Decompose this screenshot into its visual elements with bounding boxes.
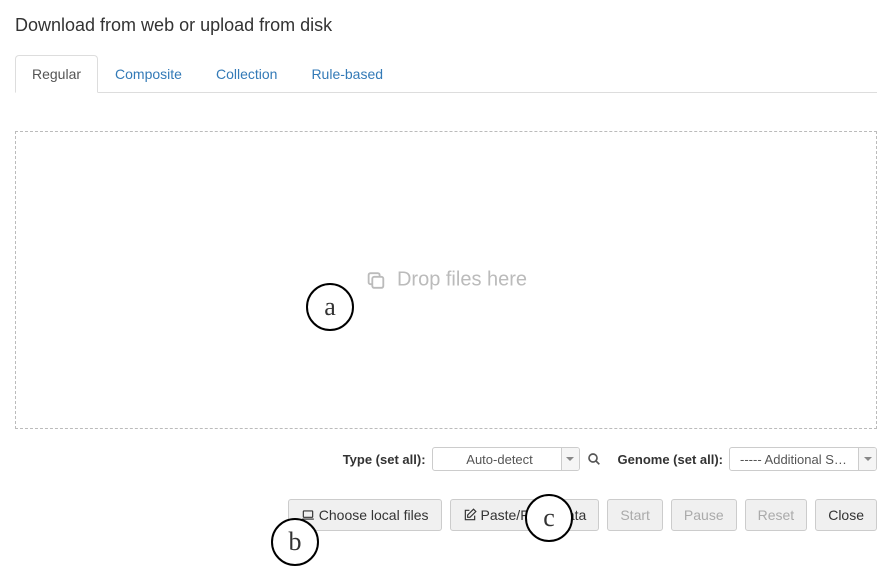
tab-collection[interactable]: Collection: [199, 55, 294, 93]
drop-text: Drop files here: [397, 269, 527, 292]
drop-area[interactable]: Drop files here: [15, 131, 877, 429]
close-button[interactable]: Close: [815, 499, 877, 531]
paste-label: Paste/Fetch data: [481, 507, 587, 523]
reset-button: Reset: [745, 499, 808, 531]
genome-label: Genome (set all):: [618, 452, 723, 467]
choose-local-files-button[interactable]: Choose local files: [288, 499, 442, 531]
tab-composite[interactable]: Composite: [98, 55, 199, 93]
start-button: Start: [607, 499, 663, 531]
page-title: Download from web or upload from disk: [15, 15, 877, 36]
edit-icon: [463, 508, 477, 522]
paste-fetch-button[interactable]: Paste/Fetch data: [450, 499, 600, 531]
buttons-row: Choose local files Paste/Fetch data Star…: [15, 499, 877, 531]
type-select-value: Auto-detect: [466, 452, 533, 467]
laptop-icon: [301, 508, 315, 522]
tabs: Regular Composite Collection Rule-based: [15, 54, 877, 93]
copy-icon: [365, 269, 387, 291]
choose-label: Choose local files: [319, 507, 429, 523]
chevron-down-icon: [858, 448, 876, 470]
type-select[interactable]: Auto-detect: [432, 447, 580, 471]
controls-row: Type (set all): Auto-detect Genome (set …: [15, 447, 877, 471]
tab-regular[interactable]: Regular: [15, 55, 98, 93]
search-icon[interactable]: [586, 451, 602, 467]
genome-select-value: ----- Additional S…: [740, 452, 847, 467]
tab-rulebased[interactable]: Rule-based: [294, 55, 400, 93]
chevron-down-icon: [561, 448, 579, 470]
genome-select[interactable]: ----- Additional S…: [729, 447, 877, 471]
pause-button: Pause: [671, 499, 737, 531]
drop-label: Drop files here: [365, 269, 527, 292]
type-label: Type (set all):: [343, 452, 426, 467]
